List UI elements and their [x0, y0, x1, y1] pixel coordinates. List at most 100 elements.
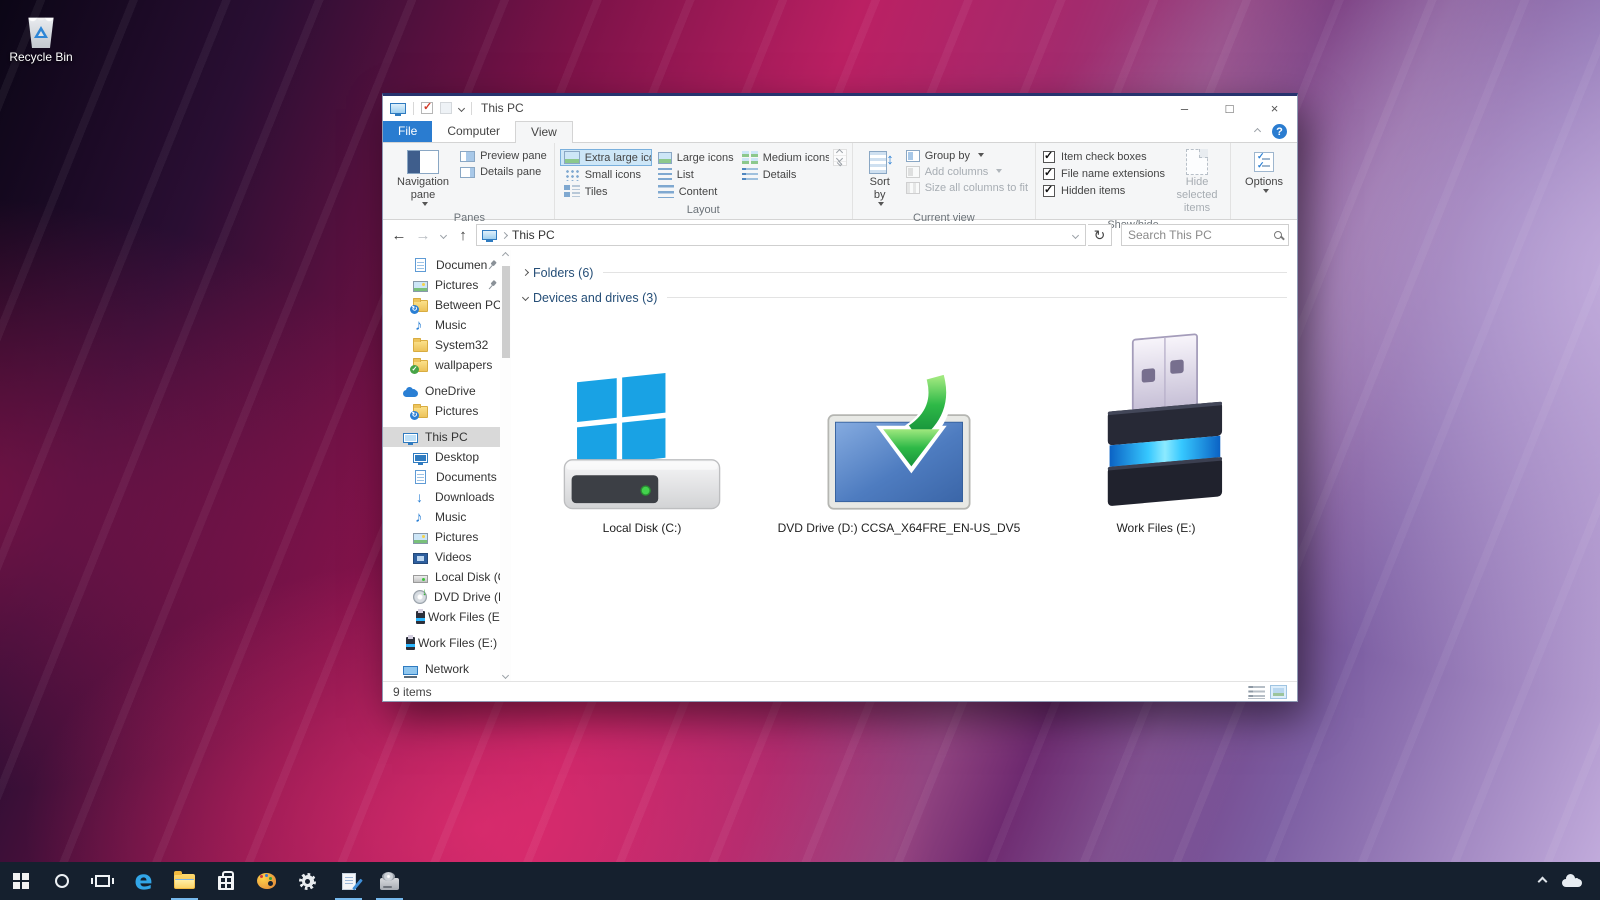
sidebar-item-network[interactable]: Network — [383, 659, 511, 679]
breadcrumb-location[interactable]: This PC — [512, 228, 555, 242]
file-name-extensions-checkbox[interactable]: File name extensions — [1043, 168, 1165, 180]
sidebar-item-work-files-e-root[interactable]: Work Files (E:) — [383, 633, 511, 653]
address-dropdown-icon[interactable] — [1065, 225, 1085, 245]
breadcrumb-chevron-icon[interactable] — [501, 231, 508, 238]
layout-option-list[interactable]: List — [654, 166, 736, 183]
group-header-folders[interactable]: Folders (6) — [517, 260, 1291, 285]
settings-button[interactable] — [287, 862, 328, 900]
drive-tile-work-files-e[interactable]: Work Files (E:) — [1031, 322, 1281, 535]
item-check-boxes-checkbox[interactable]: Item check boxes — [1043, 151, 1165, 163]
group-header-devices-and-drives[interactable]: Devices and drives (3) — [517, 285, 1291, 310]
hidden-items-checkbox[interactable]: Hidden items — [1043, 185, 1165, 197]
search-button[interactable] — [41, 862, 82, 900]
hide-selected-items-button[interactable]: Hide selected items — [1169, 146, 1225, 218]
paint-button[interactable] — [246, 862, 287, 900]
sidebar-item-pictures[interactable]: Pictures — [383, 527, 511, 547]
dvd-install-media-icon — [823, 371, 975, 514]
drive-tile-dvd-drive-d[interactable]: DVD Drive (D:) CCSA_X64FRE_EN-US_DV5 — [774, 322, 1024, 535]
layout-option-small-icons[interactable]: Small icons — [560, 166, 652, 183]
sidebar-item-between-pcs[interactable]: Between PCs — [383, 295, 511, 315]
layout-option-details[interactable]: Details — [738, 166, 830, 183]
sidebar-item-onedrive-pictures[interactable]: Pictures — [383, 401, 511, 421]
collapse-ribbon-icon[interactable] — [1254, 128, 1261, 135]
search-icon — [1274, 231, 1282, 239]
large-icons-view-toggle-icon[interactable] — [1270, 685, 1287, 699]
new-folder-icon[interactable] — [440, 102, 452, 114]
collapsed-chevron-icon[interactable] — [521, 269, 528, 276]
maximize-button[interactable]: □ — [1207, 96, 1252, 120]
sidebar-item-videos[interactable]: Videos — [383, 547, 511, 567]
store-button[interactable] — [205, 862, 246, 900]
refresh-button[interactable]: ↻ — [1088, 224, 1112, 246]
sort-by-button[interactable]: Sort by — [858, 146, 902, 211]
options-button[interactable]: Options — [1236, 146, 1292, 198]
dvd-drive-icon — [413, 590, 427, 604]
file-explorer-button[interactable] — [164, 862, 205, 900]
recycle-bin-shortcut[interactable]: Recycle Bin — [8, 8, 74, 64]
tab-view[interactable]: View — [515, 121, 573, 143]
address-bar[interactable]: This PC — [476, 224, 1086, 246]
ribbon-tabs: File Computer View ? — [383, 120, 1297, 142]
disk-imager-button[interactable] — [369, 862, 410, 900]
task-view-button[interactable] — [82, 862, 123, 900]
tab-computer[interactable]: Computer — [432, 121, 515, 142]
tab-file[interactable]: File — [383, 121, 432, 142]
pin-icon — [485, 278, 499, 292]
layout-option-tiles[interactable]: Tiles — [560, 183, 652, 200]
sidebar-item-dvd-drive-d[interactable]: DVD Drive (D:) C — [383, 587, 511, 607]
forward-button[interactable]: → — [412, 224, 434, 246]
video-icon — [413, 553, 428, 564]
up-button[interactable]: ↑ — [452, 224, 474, 246]
onedrive-tray-icon[interactable] — [1562, 876, 1582, 887]
minimize-button[interactable]: – — [1162, 96, 1207, 120]
sidebar-item-this-pc[interactable]: This PC — [383, 427, 511, 447]
sidebar-item-onedrive[interactable]: OneDrive — [383, 381, 511, 401]
help-icon[interactable]: ? — [1272, 124, 1287, 139]
preview-pane-button[interactable]: Preview pane — [460, 150, 547, 162]
edge-button[interactable]: e — [123, 862, 164, 900]
start-button[interactable] — [0, 862, 41, 900]
add-columns-button[interactable]: Add columns — [906, 166, 1028, 178]
recent-locations-icon[interactable] — [436, 224, 450, 246]
sidebar-item-downloads[interactable]: Downloads — [383, 487, 511, 507]
close-button[interactable]: × — [1252, 96, 1297, 120]
sidebar-item-music-quick[interactable]: Music — [383, 315, 511, 335]
sidebar-scrollbar[interactable] — [500, 250, 511, 681]
scroll-up-icon[interactable] — [502, 252, 509, 259]
drive-tile-local-disk-c[interactable]: Local Disk (C:) — [517, 322, 767, 535]
sidebar-item-music[interactable]: Music — [383, 507, 511, 527]
sidebar-item-local-disk-c[interactable]: Local Disk (C:) — [383, 567, 511, 587]
usb-drive-icon — [406, 637, 415, 650]
sidebar-item-desktop[interactable]: Desktop — [383, 447, 511, 467]
layout-option-medium-icons[interactable]: Medium icons — [738, 149, 830, 166]
scroll-down-icon[interactable] — [502, 672, 509, 679]
sidebar-item-wallpapers[interactable]: wallpapers — [383, 355, 511, 375]
sidebar-item-system32[interactable]: System32 — [383, 335, 511, 355]
properties-icon[interactable] — [421, 102, 433, 114]
search-box[interactable] — [1121, 224, 1289, 246]
document-icon — [415, 258, 426, 272]
sidebar-item-documents[interactable]: Documents — [383, 467, 511, 487]
layout-option-content[interactable]: Content — [654, 183, 736, 200]
scrollbar-thumb[interactable] — [502, 266, 510, 358]
size-all-columns-button[interactable]: Size all columns to fit — [906, 182, 1028, 194]
layout-option-large-icons[interactable]: Large icons — [654, 149, 736, 166]
notepad-button[interactable] — [328, 862, 369, 900]
ribbon-group-current-view: Sort by Group by Add columns — [852, 143, 1035, 219]
sidebar-item-documents-quick[interactable]: Documents — [383, 255, 511, 275]
title-bar[interactable]: This PC – □ × — [383, 96, 1297, 120]
search-input[interactable] — [1128, 228, 1270, 242]
sidebar-item-pictures-quick[interactable]: Pictures — [383, 275, 511, 295]
group-by-button[interactable]: Group by — [906, 150, 1028, 162]
gallery-more-button[interactable] — [834, 162, 846, 165]
sidebar-item-work-files-e[interactable]: Work Files (E:) — [383, 607, 511, 627]
back-button[interactable]: ← — [388, 224, 410, 246]
details-pane-button[interactable]: Details pane — [460, 166, 547, 178]
customize-qat-icon[interactable] — [458, 104, 465, 111]
navigation-pane-button[interactable]: Navigation pane — [390, 146, 456, 211]
expanded-chevron-icon[interactable] — [521, 294, 528, 301]
layout-option-extra-large-icons[interactable]: Extra large icons — [560, 149, 652, 166]
details-view-toggle-icon[interactable] — [1248, 685, 1265, 699]
tray-expand-icon[interactable] — [1538, 876, 1548, 886]
recycle-bin-icon — [26, 12, 56, 48]
